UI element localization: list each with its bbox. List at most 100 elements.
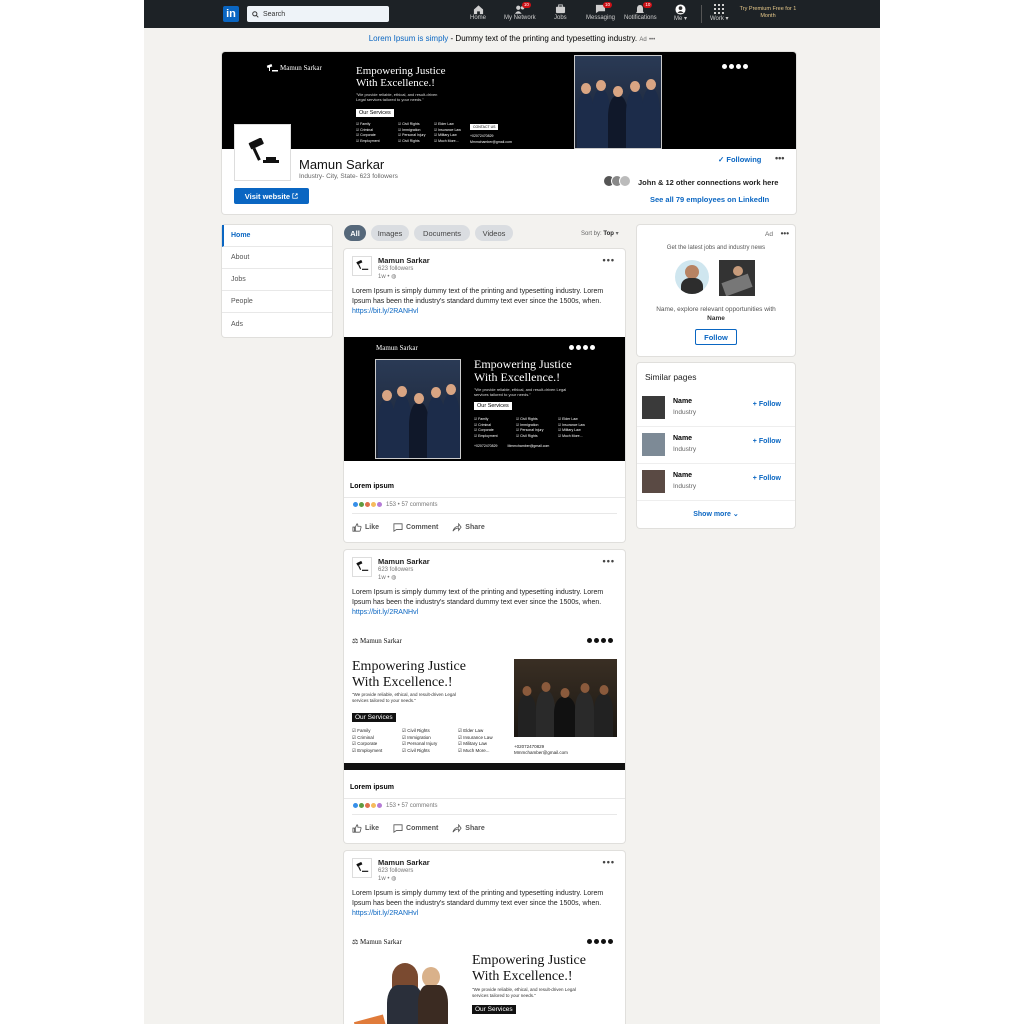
right-ad-text: Name, explore relevant opportunities wit… bbox=[656, 306, 776, 322]
share-icon bbox=[452, 523, 462, 532]
thumbs-up-icon bbox=[352, 523, 362, 532]
grid-icon bbox=[714, 4, 725, 14]
nav-my-network[interactable]: 10 My Network bbox=[504, 2, 536, 25]
similar-page-item[interactable]: Name Industry + Follow bbox=[637, 390, 795, 427]
cover-services-col3: ☑ Elder Law ☑ Insurance Law ☑ Military Law… bbox=[434, 122, 461, 143]
nav-work-label: Work ▾ bbox=[710, 16, 729, 22]
nav-me-label: Me ▾ bbox=[674, 16, 688, 22]
post-more-icon[interactable]: ••• bbox=[603, 857, 615, 867]
linkedin-logo-icon[interactable]: in bbox=[223, 6, 239, 22]
cover-services-col2: ☑ Civil Rights ☑ Immigration ☑ Personal In… bbox=[398, 122, 426, 143]
sort-dropdown[interactable]: Sort by: Top ▾ bbox=[581, 230, 619, 237]
post-image-col1: ☑ Family ☑ Criminal ☑ Corporate ☑ Employmen… bbox=[474, 417, 498, 438]
sidebar-item-home[interactable]: Home bbox=[222, 225, 332, 247]
nav-home[interactable]: Home bbox=[470, 3, 486, 25]
nav-notifications[interactable]: 10 Notifications bbox=[624, 2, 657, 25]
similar-page-industry: Industry bbox=[673, 483, 697, 490]
post-text: Lorem Ipsum is simply dummy text of the … bbox=[352, 589, 604, 616]
messaging-badge: 10 bbox=[603, 2, 613, 8]
sidebar-item-about[interactable]: About bbox=[222, 247, 332, 269]
gavel-icon bbox=[356, 862, 369, 872]
similar-page-follow-button[interactable]: + Follow bbox=[753, 438, 781, 445]
following-button[interactable]: ✓ Following bbox=[718, 155, 761, 164]
filter-documents[interactable]: Documents bbox=[414, 225, 470, 241]
author-avatar bbox=[352, 557, 372, 577]
like-button[interactable]: Like bbox=[352, 824, 379, 833]
nav-work[interactable]: Work ▾ bbox=[710, 3, 729, 25]
try-premium-link[interactable]: Try Premium Free for 1 Month bbox=[738, 6, 798, 20]
globe-icon: ◍ bbox=[391, 274, 397, 280]
similar-page-item[interactable]: Name Industry + Follow bbox=[637, 427, 795, 464]
filter-images[interactable]: Images bbox=[371, 225, 409, 241]
similar-page-logo bbox=[642, 433, 665, 456]
nav-messaging[interactable]: 10 Messaging bbox=[586, 2, 615, 25]
post-divider bbox=[344, 497, 625, 498]
post-header[interactable]: Mamun Sarkar 623 followers 1w • ◍ bbox=[352, 256, 430, 281]
ad-link[interactable]: Lorem Ipsum is simply bbox=[369, 34, 449, 43]
visit-website-button[interactable]: Visit website bbox=[234, 188, 309, 204]
company-more-icon[interactable]: ••• bbox=[775, 153, 784, 163]
comment-button[interactable]: Comment bbox=[393, 523, 438, 532]
post-image-subtext: "We provide reliable, ethical, and resul… bbox=[472, 987, 576, 998]
post-image[interactable]: ⚖ Mamun Sarkar Empowering Justice With Ex… bbox=[344, 931, 625, 1024]
author-avatar bbox=[352, 256, 372, 276]
see-employees-link[interactable]: See all 79 employees on LinkedIn bbox=[650, 195, 769, 204]
filter-all[interactable]: All bbox=[344, 225, 366, 241]
post-more-icon[interactable]: ••• bbox=[603, 556, 615, 566]
post-image[interactable]: ⚖ Mamun Sarkar Empowering Justice With Ex… bbox=[344, 630, 625, 770]
briefcase-icon bbox=[555, 4, 565, 14]
connections-text[interactable]: John & 12 other connections work here bbox=[638, 178, 778, 187]
post-divider bbox=[344, 798, 625, 799]
post-image-col2: ☑ Civil Rights ☑ Immigration ☑ Personal In… bbox=[402, 728, 438, 753]
post-more-icon[interactable]: ••• bbox=[603, 255, 615, 265]
sidebar-item-jobs[interactable]: Jobs bbox=[222, 269, 332, 291]
nav-jobs[interactable]: Jobs bbox=[554, 3, 567, 25]
nav-home-label: Home bbox=[470, 15, 487, 21]
post-image-brand: ⚖ Mamun Sarkar bbox=[352, 938, 402, 946]
post-header[interactable]: Mamun Sarkar 623 followers 1w • ◍ bbox=[352, 858, 430, 883]
post-image-lawyers-collage bbox=[352, 963, 462, 1024]
sidebar-item-people[interactable]: People bbox=[222, 291, 332, 313]
comment-button[interactable]: Comment bbox=[393, 824, 438, 833]
right-ad-more-icon[interactable]: ••• bbox=[781, 229, 789, 238]
right-ad-follow-button[interactable]: Follow bbox=[695, 329, 737, 345]
top-ad-banner: Lorem Ipsum is simply - Dummy text of th… bbox=[144, 34, 880, 43]
similar-page-name: Name bbox=[673, 398, 693, 405]
post-followers: 623 followers bbox=[378, 567, 414, 573]
curious-reaction-icon bbox=[376, 501, 383, 508]
like-button[interactable]: Like bbox=[352, 523, 379, 532]
comment-icon bbox=[393, 523, 403, 532]
right-ad-company-photo bbox=[719, 260, 755, 296]
similar-page-follow-button[interactable]: + Follow bbox=[753, 475, 781, 482]
post-reactions[interactable]: 153 • 57 comments bbox=[352, 802, 437, 809]
post-link[interactable]: https://bit.ly/2RANHvl bbox=[352, 609, 418, 616]
post-reactions[interactable]: 153 • 57 comments bbox=[352, 501, 437, 508]
post-image-col3: ☑ Elder Law ☑ Insurance Law ☑ Military Law… bbox=[558, 417, 585, 438]
ad-more-icon[interactable]: ••• bbox=[649, 37, 655, 43]
linkedin-page: in Search Home 10 My Network Jobs 10 Mes… bbox=[144, 0, 880, 1024]
cover-brand: Mamun Sarkar bbox=[266, 64, 322, 72]
post-link[interactable]: https://bit.ly/2RANHvl bbox=[352, 910, 418, 917]
sidebar-item-ads[interactable]: Ads bbox=[222, 313, 332, 335]
nav-me[interactable]: Me ▾ bbox=[674, 3, 687, 25]
post-link[interactable]: https://bit.ly/2RANHvl bbox=[352, 308, 418, 315]
show-more-button[interactable]: Show more ⌄ bbox=[637, 510, 795, 518]
post-image-subtext: "We provide reliable, ethical, and resul… bbox=[352, 692, 456, 703]
post-author: Mamun Sarkar bbox=[378, 256, 430, 265]
search-input[interactable]: Search bbox=[247, 6, 389, 22]
post-divider-2 bbox=[352, 513, 617, 514]
search-icon bbox=[252, 10, 259, 18]
post-image-social-icons bbox=[569, 345, 595, 350]
share-button[interactable]: Share bbox=[452, 824, 485, 833]
similar-page-follow-button[interactable]: + Follow bbox=[753, 401, 781, 408]
similar-page-item[interactable]: Name Industry + Follow bbox=[637, 464, 795, 501]
similar-pages-card: Similar pages Name Industry + Follow Nam… bbox=[637, 363, 795, 528]
notifications-badge: 10 bbox=[643, 2, 653, 8]
filter-videos[interactable]: Videos bbox=[475, 225, 513, 241]
post-text: Lorem Ipsum is simply dummy text of the … bbox=[352, 288, 604, 315]
search-placeholder: Search bbox=[263, 10, 286, 18]
post-image-social-icons bbox=[587, 638, 613, 643]
post-image[interactable]: Mamun Sarkar Empowering Justice With Exce… bbox=[344, 337, 625, 461]
share-button[interactable]: Share bbox=[452, 523, 485, 532]
post-header[interactable]: Mamun Sarkar 623 followers 1w • ◍ bbox=[352, 557, 430, 582]
